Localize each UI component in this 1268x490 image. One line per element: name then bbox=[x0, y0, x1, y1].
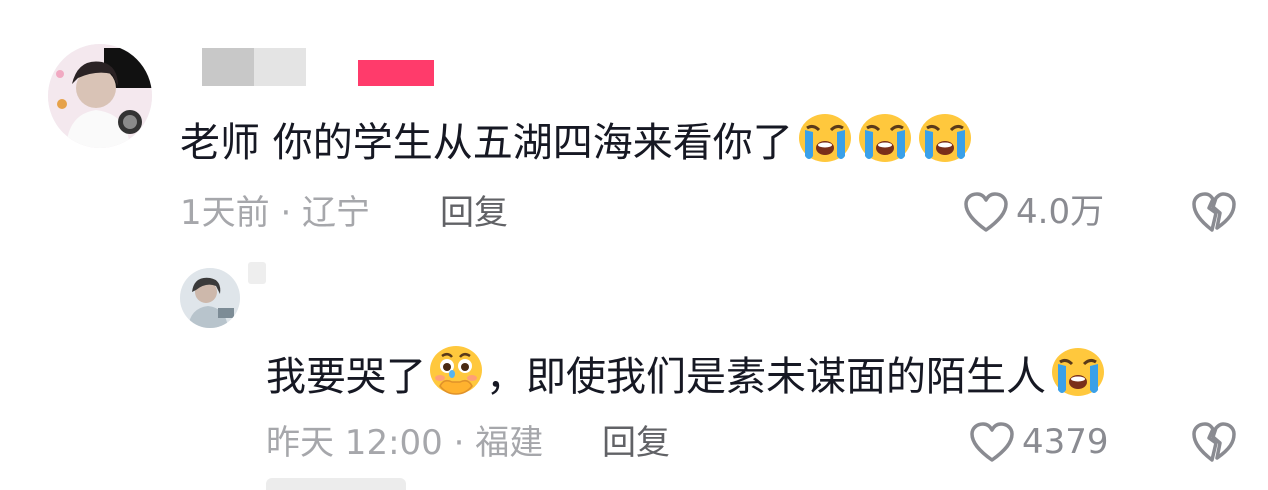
reply-text: 我要哭了 ，即使我们是素未谋面的陌生人 bbox=[266, 344, 1106, 401]
like-button[interactable]: 4.0万 bbox=[962, 190, 1104, 234]
dislike-button[interactable] bbox=[1190, 418, 1238, 466]
broken-heart-icon bbox=[1192, 192, 1236, 232]
like-count: 4379 bbox=[1022, 422, 1109, 462]
replier-avatar[interactable] bbox=[180, 268, 240, 328]
reply-button[interactable]: 回复 bbox=[602, 426, 670, 460]
dislike-button[interactable] bbox=[1190, 188, 1238, 236]
reply-body-end: ，即使我们是素未谋面的陌生人 bbox=[486, 354, 1046, 400]
reply-time-location: 昨天 12:00 · 福建 bbox=[266, 423, 544, 463]
face-holding-back-tears-icon bbox=[428, 344, 484, 398]
comment-text: 老师 你的学生从五湖四海来看你了 bbox=[180, 112, 973, 167]
heart-outline-icon bbox=[964, 192, 1008, 232]
loudly-crying-face-icon bbox=[917, 112, 973, 164]
broken-heart-icon bbox=[1192, 422, 1236, 462]
commenter-avatar[interactable] bbox=[48, 44, 152, 148]
loudly-crying-face-icon bbox=[797, 112, 853, 164]
comment-time-location: 1天前 · 辽宁 bbox=[180, 193, 371, 233]
heart-outline-icon bbox=[970, 422, 1014, 462]
loudly-crying-face-icon bbox=[857, 112, 913, 164]
redacted-mark bbox=[248, 262, 266, 284]
comment-body: 老师 你的学生从五湖四海来看你了 bbox=[180, 120, 793, 166]
like-button[interactable]: 4379 bbox=[968, 420, 1109, 464]
reply-button[interactable]: 回复 bbox=[440, 196, 508, 230]
commenter-name-redacted[interactable] bbox=[202, 48, 434, 88]
expand-replies-tag-cropped[interactable] bbox=[266, 478, 406, 490]
reply-body-start: 我要哭了 bbox=[266, 354, 426, 400]
like-count: 4.0万 bbox=[1016, 192, 1105, 232]
loudly-crying-face-icon bbox=[1050, 346, 1106, 398]
replier-name-cropped[interactable] bbox=[266, 290, 766, 318]
